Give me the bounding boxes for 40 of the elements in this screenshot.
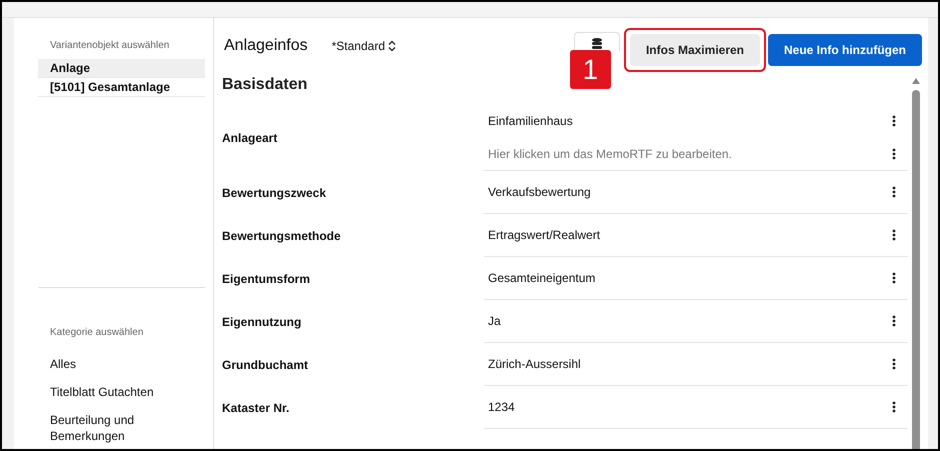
field-value[interactable]: 1234 — [488, 398, 515, 416]
field-value[interactable]: Einfamilienhaus — [488, 112, 573, 130]
sidebar-item[interactable]: [5101] Gesamtanlage — [38, 78, 205, 97]
add-info-button[interactable]: Neue Info hinzufügen — [768, 34, 922, 66]
sort-icon — [388, 40, 396, 52]
section-label: Kategorie auswählen — [49, 326, 144, 340]
more-options-icon[interactable] — [892, 114, 896, 126]
field-label: Anlageart — [222, 130, 278, 146]
more-options-icon[interactable] — [892, 272, 896, 284]
field-label: Grundbuchamt — [222, 356, 308, 374]
field-value[interactable]: Verkaufsbewertung — [488, 183, 591, 201]
section-title: Basisdaten — [221, 75, 308, 95]
view-selector[interactable]: *Standard — [332, 37, 396, 55]
sidebar-item[interactable]: Anlage — [38, 59, 205, 78]
more-options-icon[interactable] — [892, 148, 896, 160]
more-options-icon[interactable] — [892, 401, 896, 413]
sidebar-item[interactable]: Titelblatt Gutachten — [38, 378, 205, 406]
scrollbar-thumb[interactable] — [912, 90, 920, 449]
field-label: Eigennutzung — [222, 314, 302, 330]
sidebar-item[interactable]: Alles — [38, 350, 205, 378]
more-options-icon[interactable] — [892, 229, 896, 241]
field-label: Bewertungsmethode — [222, 228, 341, 244]
section-label: Variantenobjekt auswählen — [49, 39, 170, 53]
field-value[interactable]: Ertragswert/Realwert — [488, 226, 600, 244]
field-label: Kataster Nr. — [222, 400, 290, 416]
sidebar-item[interactable]: Beurteilung und Bemerkungen — [38, 406, 205, 449]
field-value[interactable]: Gesamteineigentum — [488, 269, 596, 287]
field-label: Eigentumsform — [222, 270, 310, 288]
more-options-icon[interactable] — [892, 186, 896, 198]
scroll-up-icon[interactable] — [912, 78, 920, 84]
database-icon — [592, 38, 602, 50]
more-options-icon[interactable] — [892, 358, 896, 370]
step-badge: 1 — [570, 50, 611, 89]
memo-placeholder[interactable]: Hier klicken um das MemoRTF zu bearbeiten. — [488, 144, 732, 162]
field-value[interactable]: Ja — [488, 312, 501, 330]
page-title: Anlageinfos — [224, 36, 308, 56]
field-value[interactable]: Zürich-Aussersihl — [488, 355, 581, 373]
maximize-button[interactable]: Infos Maximieren — [630, 34, 760, 66]
field-label: Bewertungszweck — [222, 184, 326, 202]
more-options-icon[interactable] — [892, 315, 896, 327]
